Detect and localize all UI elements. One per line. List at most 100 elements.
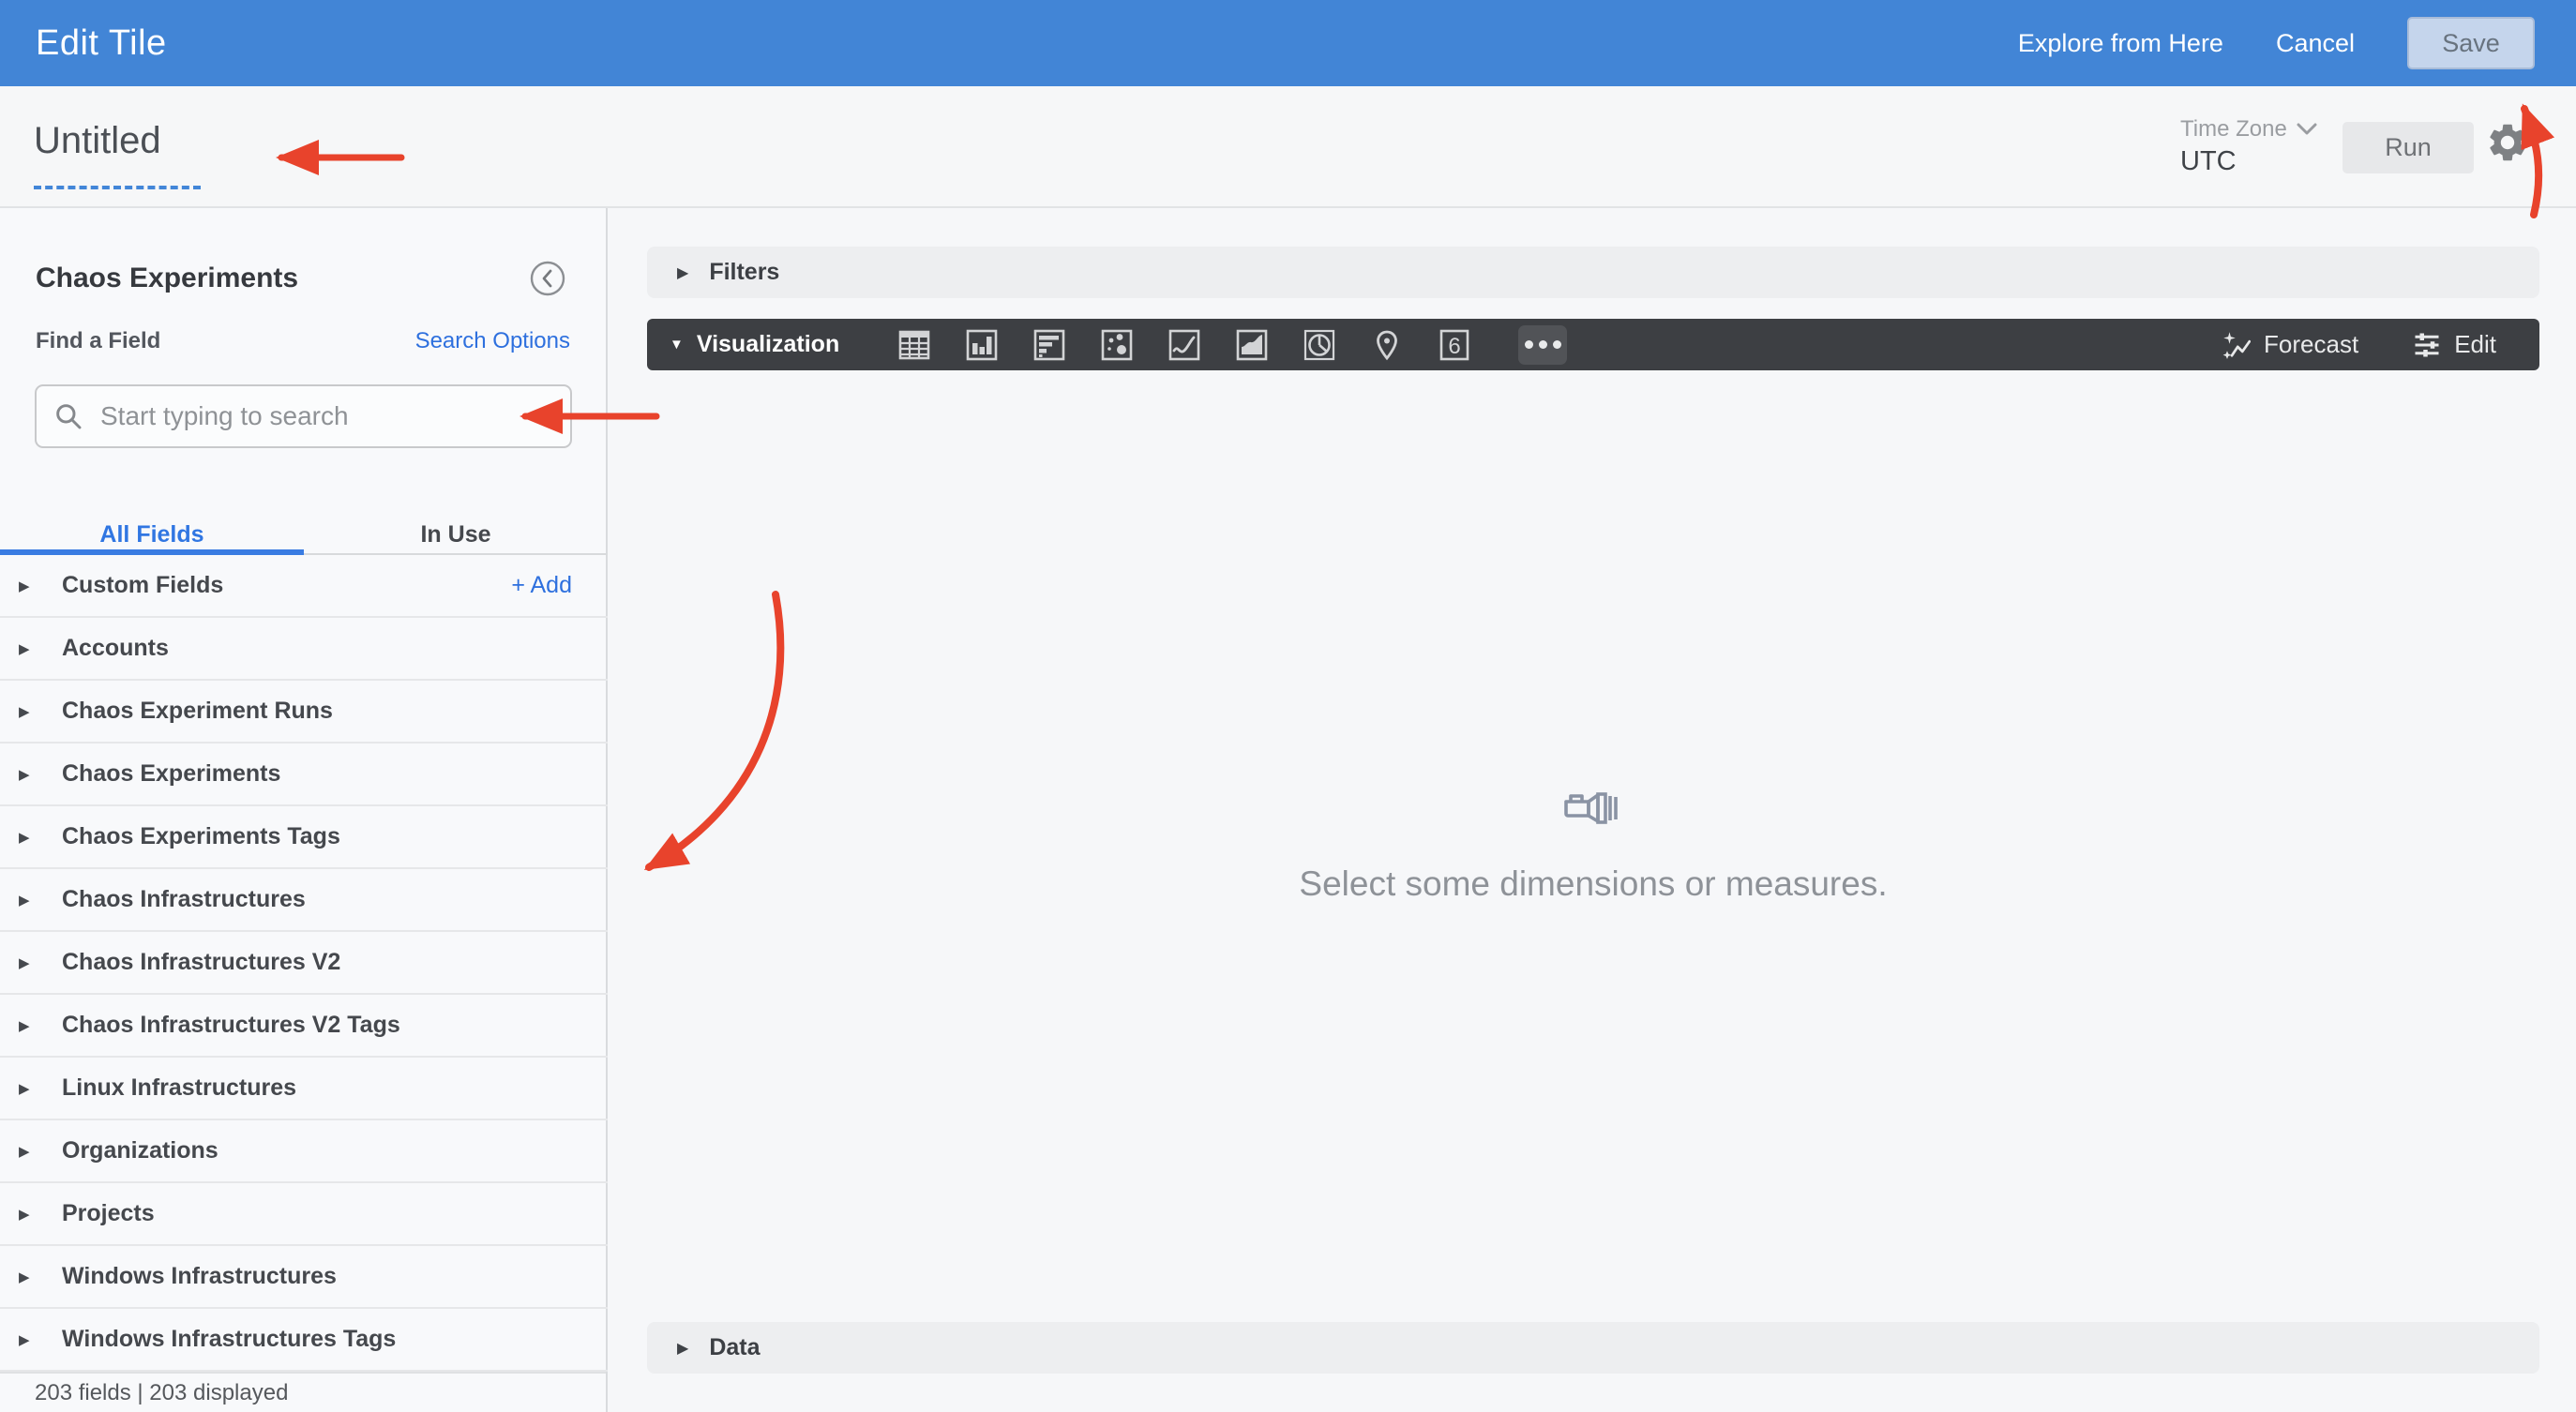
forecast-button[interactable]: Forecast (2222, 330, 2358, 359)
expand-caret-icon[interactable]: ▶ (19, 1143, 62, 1160)
field-group-row[interactable]: ▶ Windows Infrastructures (0, 1246, 608, 1309)
field-group-row[interactable]: ▶ Organizations (0, 1120, 608, 1183)
custom-fields-row[interactable]: ▶ Custom Fields + Add (0, 555, 608, 618)
expand-caret-icon[interactable]: ▶ (19, 703, 62, 720)
field-group-label: Chaos Infrastructures V2 Tags (62, 1012, 400, 1038)
field-group-list: ▶ Custom Fields + Add ▶ Accounts ▶ Chaos… (0, 555, 608, 1372)
single-value-icon[interactable]: 6 (1438, 328, 1471, 362)
table-icon[interactable] (897, 328, 931, 362)
query-toolbar: Untitled Time Zone UTC Run (0, 86, 2576, 208)
bar-chart-icon[interactable] (1032, 328, 1066, 362)
expand-caret-icon[interactable]: ▶ (19, 578, 62, 594)
data-label: Data (709, 1334, 761, 1360)
add-custom-field-button[interactable]: + Add (511, 572, 572, 599)
field-group-label: Chaos Infrastructures (62, 886, 306, 912)
edit-tile-header: Edit Tile Explore from Here Cancel Save (0, 0, 2576, 86)
empty-state-text: Select some dimensions or measures. (1299, 864, 1888, 903)
timezone-value: UTC (2180, 146, 2237, 176)
visualization-label: Visualization (696, 331, 840, 357)
save-button[interactable]: Save (2407, 17, 2535, 69)
chevron-down-icon (2297, 123, 2317, 135)
timezone-label: Time Zone (2180, 116, 2287, 142)
expand-caret-icon[interactable]: ▶ (19, 1080, 62, 1097)
edit-label: Edit (2454, 330, 2496, 358)
expand-caret-icon: ▶ (677, 264, 689, 281)
find-a-field-label: Find a Field (36, 328, 161, 353)
dialog-title: Edit Tile (36, 23, 167, 63)
collapse-caret-icon[interactable]: ▼ (670, 337, 684, 353)
field-group-row[interactable]: ▶ Chaos Experiments Tags (0, 806, 608, 869)
field-group-label: Accounts (62, 635, 169, 661)
header-actions: Explore from Here Cancel Save (2018, 17, 2576, 69)
field-group-label: Linux Infrastructures (62, 1074, 297, 1101)
collapse-sidebar-icon[interactable] (529, 260, 566, 297)
line-chart-icon[interactable] (1167, 328, 1201, 362)
field-group-row[interactable]: ▶ Chaos Infrastructures V2 Tags (0, 995, 608, 1058)
tile-title-input[interactable]: Untitled (34, 118, 201, 189)
expand-caret-icon[interactable]: ▶ (19, 1331, 62, 1348)
field-group-row[interactable]: ▶ Chaos Infrastructures (0, 869, 608, 932)
tab-all-fields[interactable]: All Fields (0, 501, 304, 555)
expand-caret-icon[interactable]: ▶ (19, 954, 62, 971)
field-search-box[interactable] (35, 384, 572, 448)
field-group-row[interactable]: ▶ Chaos Infrastructures V2 (0, 932, 608, 995)
gear-icon[interactable] (2485, 120, 2530, 165)
explore-from-here-button[interactable]: Explore from Here (2018, 29, 2223, 58)
viz-actions: Forecast Edit (2222, 330, 2496, 359)
viz-empty-state: Select some dimensions or measures. (647, 789, 2539, 904)
field-picker-sidebar: Chaos Experiments Find a Field Search Op… (0, 208, 608, 1412)
field-group-label: Chaos Experiments (62, 760, 281, 787)
expand-caret-icon[interactable]: ▶ (19, 829, 62, 846)
expand-caret-icon[interactable]: ▶ (19, 1017, 62, 1034)
filters-label: Filters (709, 259, 780, 285)
field-group-label: Chaos Infrastructures V2 (62, 949, 341, 975)
search-options-link[interactable]: Search Options (415, 328, 570, 354)
tab-in-use[interactable]: In Use (304, 501, 608, 555)
flashlight-icon (1564, 792, 1618, 824)
run-button[interactable]: Run (2343, 122, 2474, 173)
field-group-label: Organizations (62, 1137, 218, 1164)
field-group-label: Chaos Experiment Runs (62, 698, 333, 724)
expand-caret-icon[interactable]: ▶ (19, 892, 62, 909)
expand-caret-icon: ▶ (677, 1340, 689, 1357)
field-group-label: Custom Fields (62, 572, 224, 598)
edit-button[interactable]: Edit (2413, 330, 2496, 359)
expand-caret-icon[interactable]: ▶ (19, 1206, 62, 1223)
more-options-icon[interactable] (1518, 324, 1568, 365)
forecast-label: Forecast (2264, 330, 2359, 358)
visualization-section-header: ▼ Visualization 6 Forecast Edit (647, 319, 2539, 370)
scatter-chart-icon[interactable] (1100, 328, 1134, 362)
map-pin-icon[interactable] (1370, 328, 1404, 362)
area-chart-icon[interactable] (1235, 328, 1269, 362)
pie-chart-icon[interactable] (1303, 328, 1336, 362)
field-group-row[interactable]: ▶ Windows Infrastructures Tags (0, 1309, 608, 1372)
explore-title: Chaos Experiments (36, 263, 299, 293)
single-value-glyph: 6 (1449, 334, 1461, 359)
edit-sliders-icon (2415, 333, 2439, 356)
forecast-icon (2222, 331, 2252, 359)
viz-type-picker: 6 (897, 324, 1568, 365)
find-a-field-row: Find a Field Search Options (36, 328, 570, 354)
expand-caret-icon[interactable]: ▶ (19, 640, 62, 657)
field-group-row[interactable]: ▶ Projects (0, 1183, 608, 1246)
search-icon (56, 404, 82, 429)
filters-section-header[interactable]: ▶ Filters (647, 247, 2539, 298)
expand-caret-icon[interactable]: ▶ (19, 1269, 62, 1285)
field-group-label: Windows Infrastructures Tags (62, 1326, 397, 1352)
field-group-label: Windows Infrastructures (62, 1263, 337, 1289)
field-group-row[interactable]: ▶ Chaos Experiment Runs (0, 681, 608, 744)
field-group-label: Projects (62, 1200, 155, 1226)
timezone-selector[interactable]: Time Zone UTC (2180, 116, 2317, 177)
field-tabs: All Fields In Use (0, 501, 608, 555)
data-section-header[interactable]: ▶ Data (647, 1322, 2539, 1374)
group-rows: ▶ Accounts ▶ Chaos Experiment Runs ▶ Cha… (0, 618, 608, 1372)
field-search-input[interactable] (100, 401, 553, 431)
field-group-row[interactable]: ▶ Chaos Experiments (0, 744, 608, 806)
field-group-row[interactable]: ▶ Accounts (0, 618, 608, 681)
expand-caret-icon[interactable]: ▶ (19, 766, 62, 783)
field-group-label: Chaos Experiments Tags (62, 823, 340, 849)
cancel-button[interactable]: Cancel (2276, 29, 2355, 58)
field-group-row[interactable]: ▶ Linux Infrastructures (0, 1058, 608, 1120)
column-chart-icon[interactable] (965, 328, 999, 362)
field-count-status: 203 fields | 203 displayed (0, 1372, 606, 1412)
